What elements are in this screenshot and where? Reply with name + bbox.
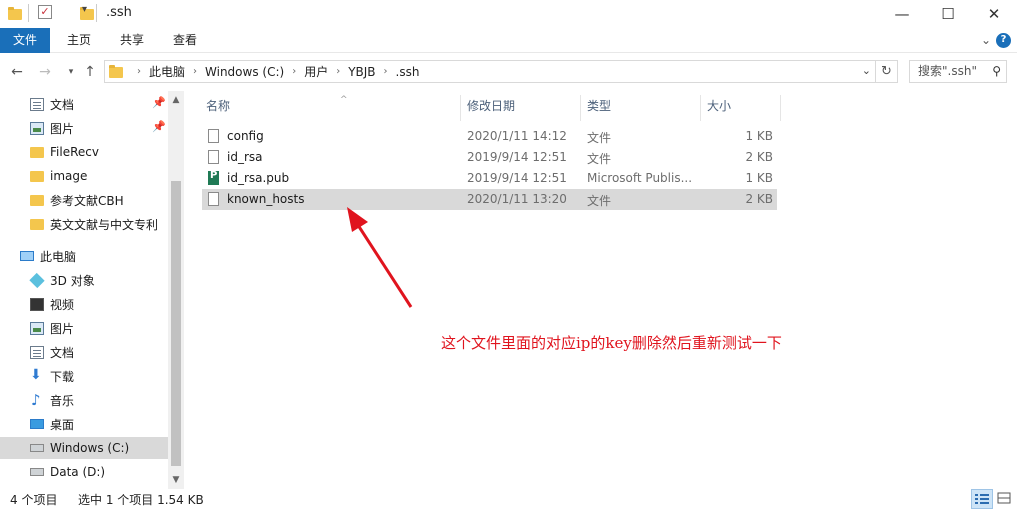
details-view-icon <box>975 494 989 504</box>
annotation-text: 这个文件里面的对应ip的key删除然后重新测试一下 <box>441 334 782 352</box>
selection-info: 选中 1 个项目 1.54 KB <box>78 493 204 507</box>
annotation-arrow-head <box>347 207 368 232</box>
large-icons-view-button[interactable] <box>994 489 1016 509</box>
annotation-arrow <box>347 207 413 308</box>
annotation-arrow-shaft <box>354 221 413 308</box>
details-view-button[interactable] <box>971 489 993 509</box>
item-count: 4 个项目 <box>10 493 58 507</box>
status-bar: 4 个项目 选中 1 个项目 1.54 KB <box>0 489 1017 515</box>
large-icons-view-icon <box>997 492 1011 504</box>
